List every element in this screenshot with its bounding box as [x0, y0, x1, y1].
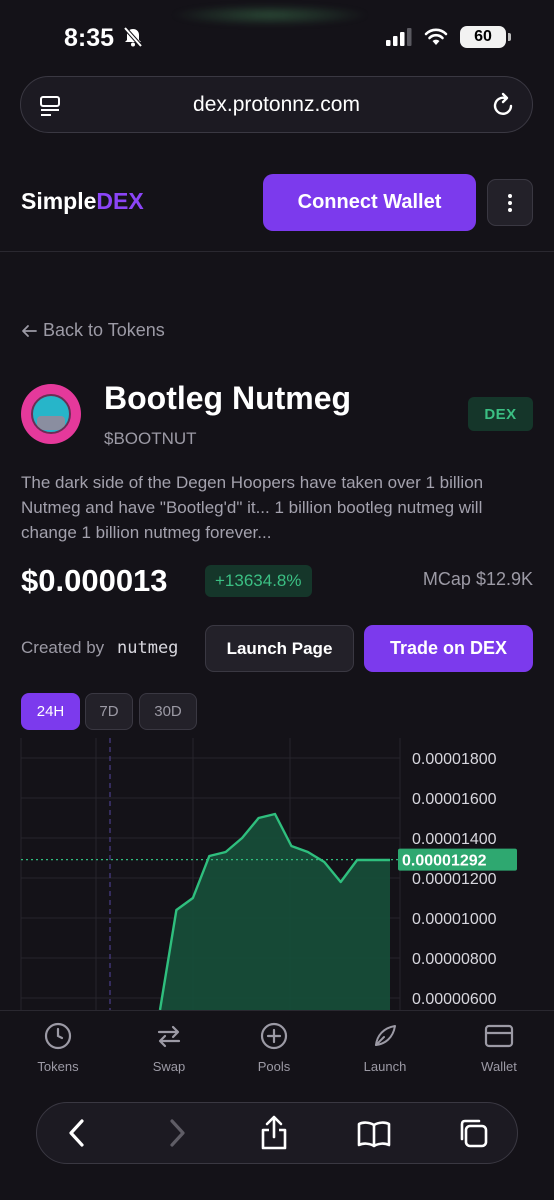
clock-icon	[44, 1022, 72, 1050]
battery-indicator: 60	[460, 26, 511, 48]
market-cap: MCap $12.9K	[422, 569, 533, 589]
silent-bell-icon	[123, 26, 143, 48]
y-tick-label: 0.00001600	[412, 791, 497, 808]
token-description: The dark side of the Degen Hoopers have …	[21, 473, 484, 542]
more-menu-button[interactable]	[487, 179, 533, 226]
nav-wallet[interactable]: Wallet	[459, 1021, 539, 1074]
y-tick-label: 0.00001400	[412, 831, 497, 848]
token-avatar	[21, 384, 81, 444]
status-bar: 8:35 60	[0, 0, 554, 72]
range-30d-button[interactable]: 30D	[139, 693, 197, 730]
range-7d-button[interactable]: 7D	[85, 693, 133, 730]
dex-badge: DEX	[468, 397, 533, 431]
nav-pools[interactable]: Pools	[234, 1021, 314, 1074]
kebab-icon	[508, 193, 512, 212]
simpledex-logo[interactable]: SimpleDEX	[21, 188, 144, 215]
wifi-icon	[424, 28, 448, 45]
status-notification-blur	[170, 4, 370, 26]
trade-on-dex-button[interactable]: Trade on DEX	[364, 625, 533, 672]
nav-wallet-label: Wallet	[481, 1059, 517, 1074]
current-price-label: 0.00001292	[402, 853, 487, 870]
status-time: 8:35	[64, 24, 115, 52]
y-tick-label: 0.00001000	[412, 911, 497, 928]
range-24h-button[interactable]: 24H	[21, 693, 80, 730]
nav-swap[interactable]: Swap	[129, 1021, 209, 1074]
nav-swap-label: Swap	[152, 1059, 186, 1074]
nav-pools-label: Pools	[257, 1059, 291, 1074]
bookmarks-icon[interactable]	[357, 1119, 391, 1149]
arrow-left-icon	[22, 324, 37, 337]
connect-wallet-button[interactable]: Connect Wallet	[263, 174, 476, 231]
back-label: Back to Tokens	[43, 320, 165, 340]
app-header: SimpleDEX Connect Wallet	[0, 150, 554, 252]
forward-arrow-icon[interactable]	[165, 1117, 189, 1149]
browser-toolbar	[36, 1102, 518, 1164]
y-tick-label: 0.00000800	[412, 951, 497, 968]
area-fill	[160, 814, 390, 1010]
nav-tokens[interactable]: Tokens	[18, 1021, 98, 1074]
token-name: Bootleg Nutmeg	[104, 380, 352, 416]
rocket-icon	[375, 1025, 396, 1046]
created-by-label: Created by	[21, 638, 105, 657]
plus-circle-icon	[260, 1022, 288, 1050]
creator-name[interactable]: nutmeg	[117, 638, 178, 658]
share-icon[interactable]	[259, 1115, 289, 1151]
price-change-badge: +13634.8%	[205, 565, 312, 597]
launch-page-button[interactable]: Launch Page	[205, 625, 354, 672]
price-chart[interactable]: 0.00001800 0.00001600 0.00001400 0.00001200…	[0, 738, 554, 1010]
reload-icon[interactable]	[492, 92, 516, 118]
back-to-tokens-link[interactable]: Back to Tokens	[21, 320, 165, 341]
token-symbol: $BOOTNUT	[104, 429, 197, 448]
bottom-nav: Tokens Swap Pools Launch Wallet	[0, 1010, 554, 1084]
wallet-icon	[484, 1024, 514, 1048]
swap-icon	[157, 1025, 181, 1048]
tabs-icon[interactable]	[457, 1117, 489, 1149]
nav-launch[interactable]: Launch	[345, 1021, 425, 1074]
back-arrow-icon[interactable]	[65, 1117, 89, 1149]
y-tick-label: 0.00000600	[412, 991, 497, 1008]
y-tick-label: 0.00001800	[412, 751, 497, 768]
browser-url-bar[interactable]: dex.protonnz.com	[20, 76, 533, 133]
nav-launch-label: Launch	[363, 1059, 407, 1074]
nav-tokens-label: Tokens	[37, 1059, 79, 1074]
y-tick-label: 0.00001200	[412, 871, 497, 888]
token-price: $0.000013	[21, 563, 168, 598]
signal-icon	[386, 28, 412, 46]
url-text[interactable]: dex.protonnz.com	[21, 93, 532, 117]
